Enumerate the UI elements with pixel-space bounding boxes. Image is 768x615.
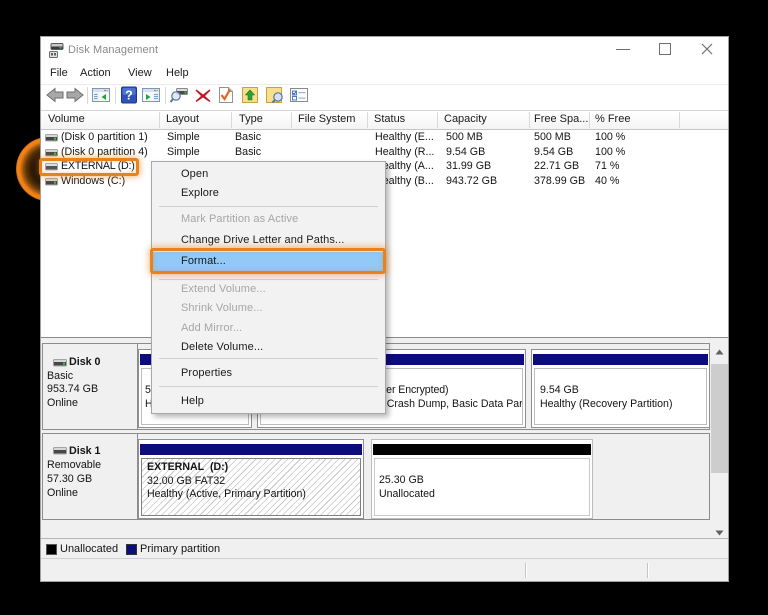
svg-text:?: ?	[125, 89, 133, 103]
